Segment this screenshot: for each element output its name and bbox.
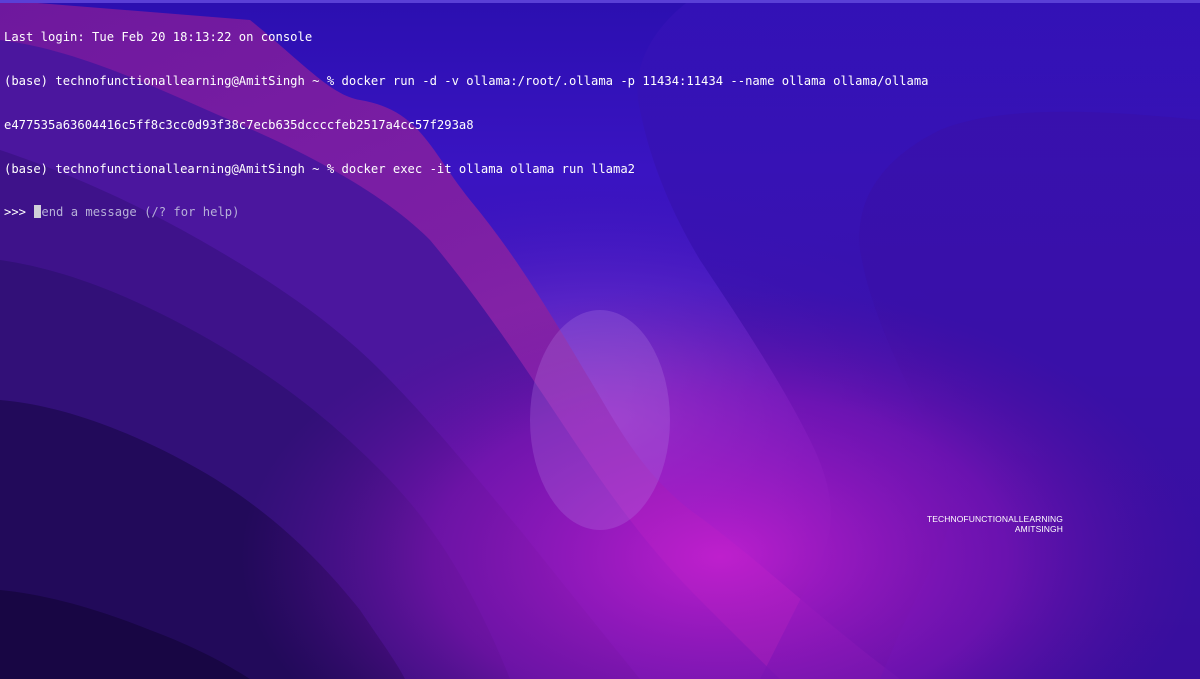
terminal-line-last-login: Last login: Tue Feb 20 18:13:22 on conso… xyxy=(4,30,313,45)
terminal-line-docker-exec: (base) technofunctionallearning@AmitSing… xyxy=(4,161,636,176)
watermark: TECHNOFUNCTIONALLEARNING AMITSINGH xyxy=(927,514,1063,534)
message-input-placeholder[interactable]: end a message (/? for help) xyxy=(41,205,239,219)
watermark-line-2: AMITSINGH xyxy=(1014,524,1063,534)
watermark-line-1: TECHNOFUNCTIONALLEARNING xyxy=(926,514,1063,524)
terminal-output[interactable]: Last login: Tue Feb 20 18:13:22 on conso… xyxy=(0,0,1200,679)
terminal-line-container-id: e477535a63604416c5ff8c3cc0d93f38c7ecb635… xyxy=(4,117,474,132)
desktop: Last login: Tue Feb 20 18:13:22 on conso… xyxy=(0,0,1200,679)
prompt-symbol: >>> xyxy=(4,205,34,220)
ollama-prompt-line[interactable]: >>> end a message (/? for help) xyxy=(4,205,1200,220)
terminal-line-docker-run: (base) technofunctionallearning@AmitSing… xyxy=(4,73,929,88)
